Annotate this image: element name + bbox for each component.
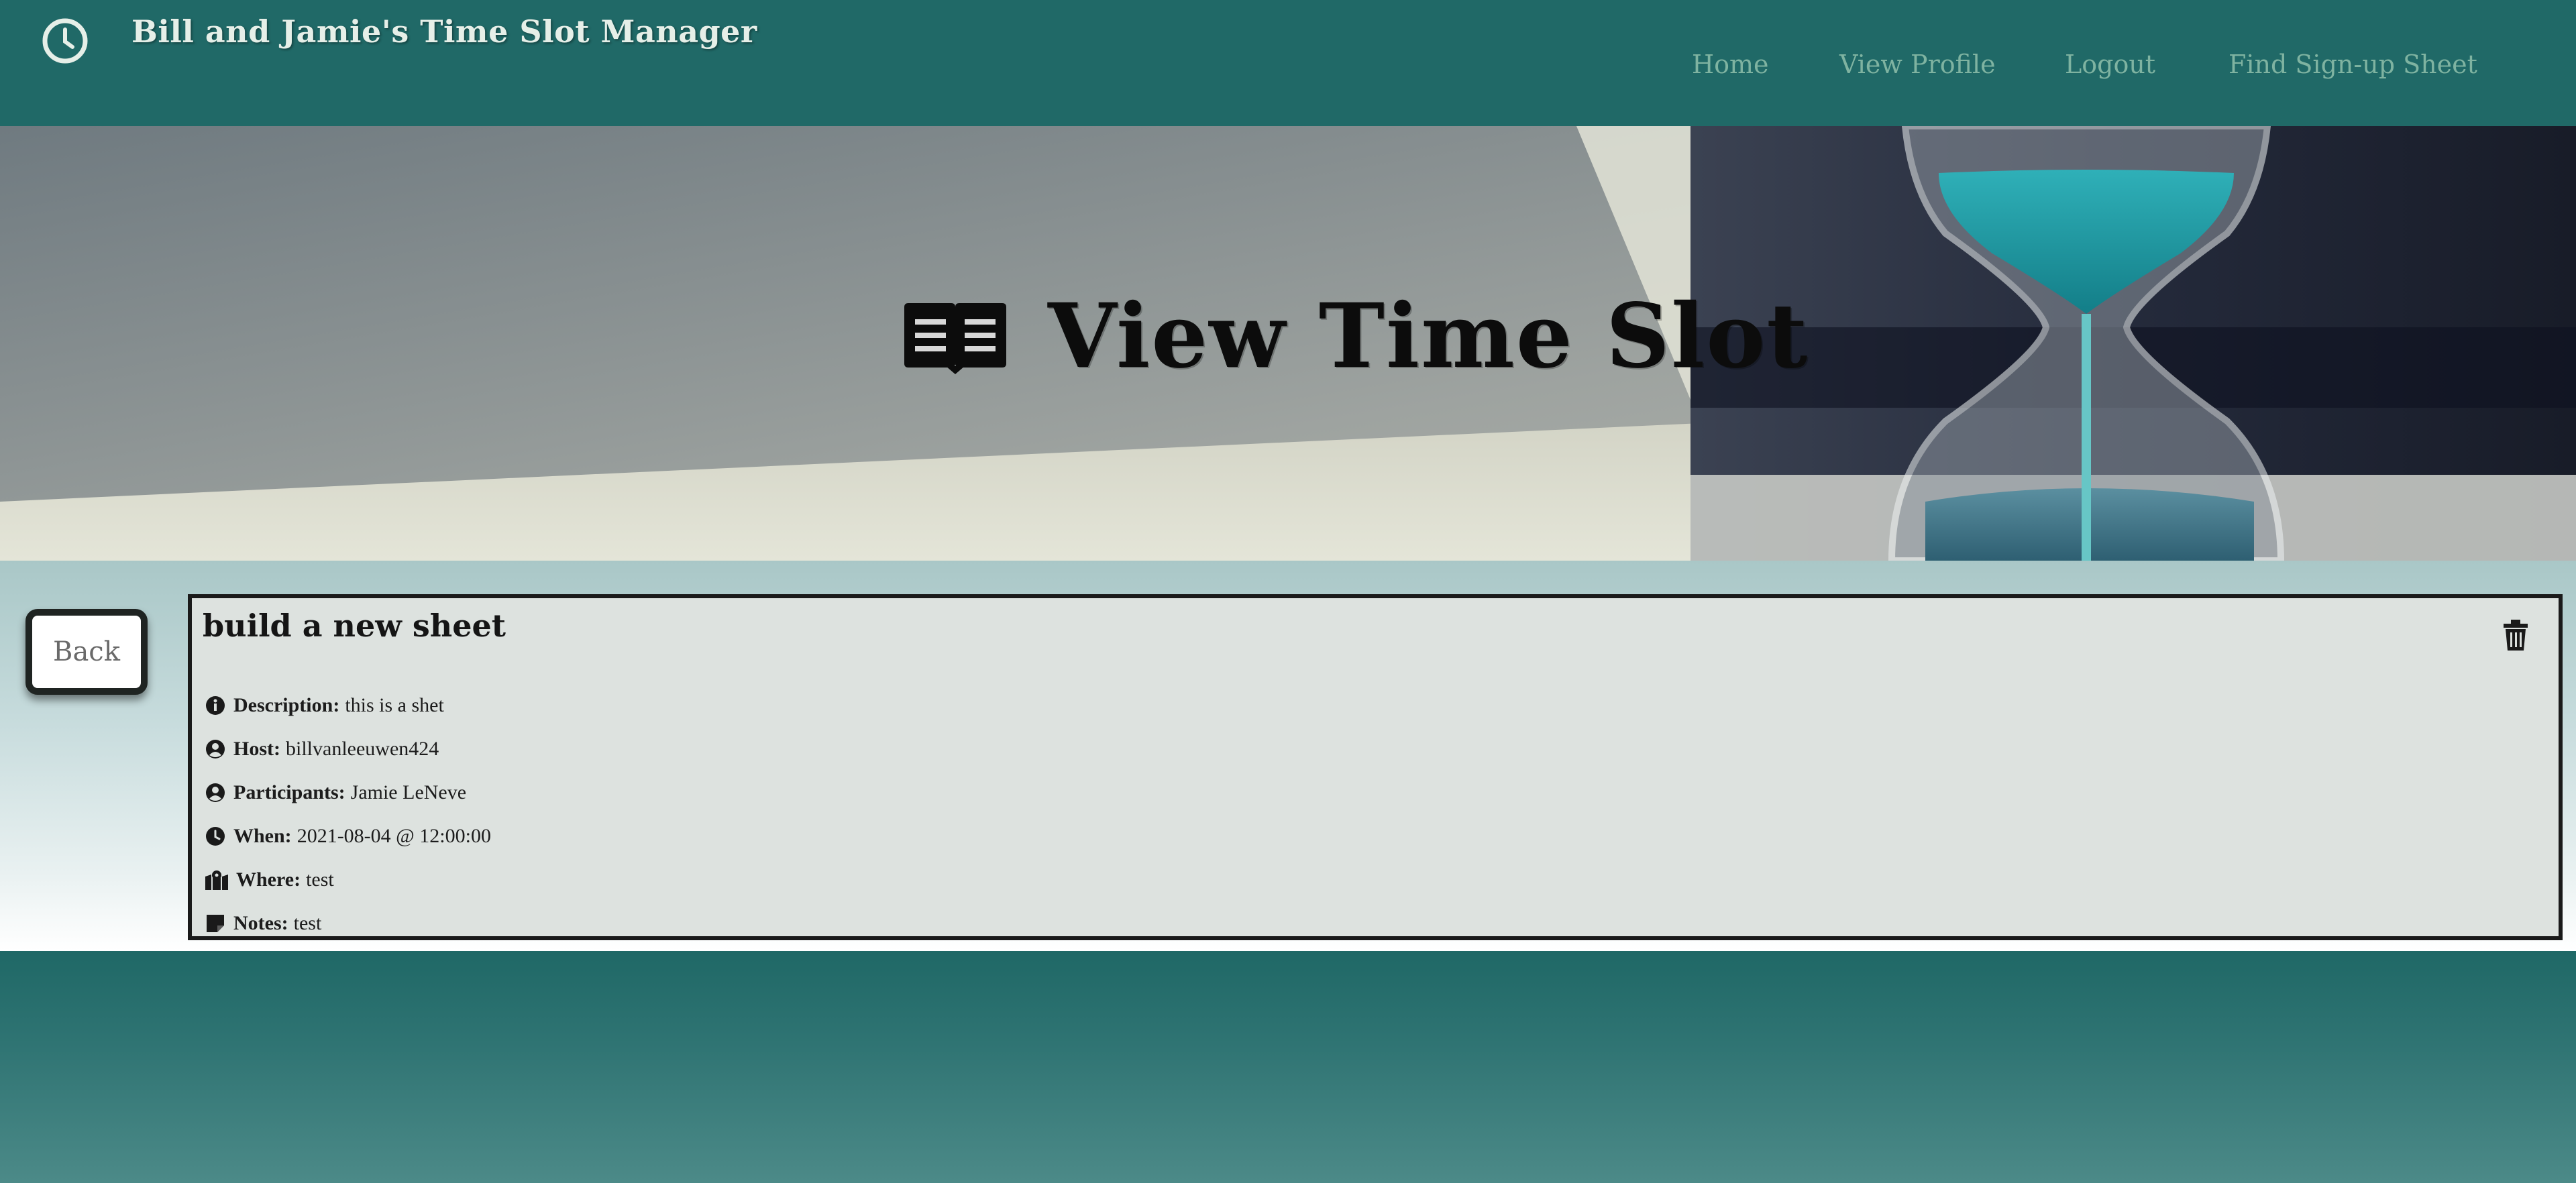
where-value: test — [306, 868, 334, 891]
slot-title: build a new sheet — [203, 608, 506, 644]
page-footer — [0, 951, 2576, 1183]
user-circle-icon — [206, 740, 225, 758]
clock-icon — [206, 827, 225, 846]
when-row: When: 2021-08-04 @ 12:00:00 — [205, 823, 491, 850]
where-label: Where: — [236, 868, 301, 891]
time-slot-card: build a new sheet Description: this is a… — [188, 594, 2563, 940]
map-marked-icon — [205, 870, 228, 890]
info-circle-icon — [206, 696, 225, 715]
nav-find-signup-sheet-link[interactable]: Find Sign-up Sheet — [2229, 50, 2477, 79]
participants-label: Participants: — [233, 781, 345, 803]
host-label: Host: — [233, 738, 280, 760]
nav-logout-link[interactable]: Logout — [2065, 50, 2155, 79]
site-title: Bill and Jamie's Time Slot Manager — [131, 13, 757, 50]
user-circle-icon — [206, 783, 225, 802]
description-value: this is a shet — [345, 694, 444, 716]
nav-view-profile-link[interactable]: View Profile — [1839, 50, 1996, 79]
sticky-note-icon — [207, 915, 224, 932]
trash-icon[interactable] — [2502, 620, 2529, 651]
when-value: 2021-08-04 @ 12:00:00 — [297, 825, 491, 847]
participants-row: Participants: Jamie LeNeve — [205, 779, 466, 806]
hero-banner: View Time Slot — [0, 126, 2576, 561]
host-row: Host: billvanleeuwen424 — [205, 736, 439, 763]
notes-label: Notes: — [233, 912, 288, 934]
when-label: When: — [233, 825, 292, 847]
page-title: View Time Slot — [1048, 284, 1809, 388]
participants-value: Jamie LeNeve — [350, 781, 467, 803]
host-value: billvanleeuwen424 — [286, 738, 439, 760]
book-open-icon — [904, 303, 1006, 374]
description-label: Description: — [233, 694, 340, 716]
notes-row: Notes: test — [205, 910, 321, 937]
nav-home-link[interactable]: Home — [1692, 50, 1769, 79]
main-nav: Home View Profile Logout Find Sign-up Sh… — [0, 50, 2576, 90]
top-header: Bill and Jamie's Time Slot Manager Home … — [0, 0, 2576, 126]
where-row: Where: test — [205, 866, 334, 893]
content-area: Back build a new sheet Description: this… — [0, 561, 2576, 951]
description-row: Description: this is a shet — [205, 692, 444, 719]
hero-heading: View Time Slot — [904, 284, 1807, 394]
back-button[interactable]: Back — [25, 609, 148, 695]
notes-value: test — [293, 912, 322, 934]
